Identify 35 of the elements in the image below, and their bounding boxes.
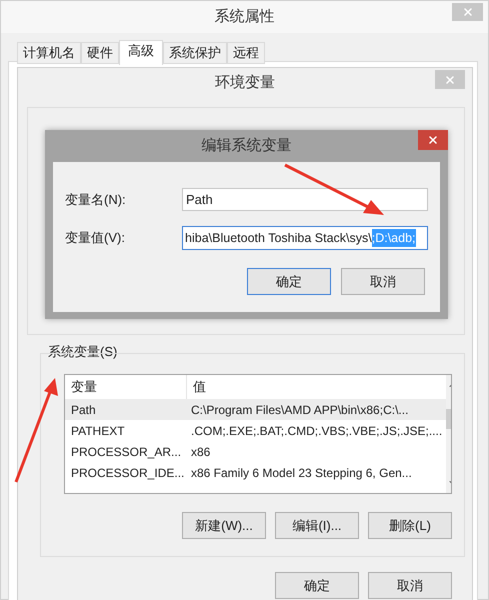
action-button[interactable]: 删除(L) [368, 512, 452, 539]
window-title: 系统属性 [214, 6, 274, 27]
close-icon [427, 134, 439, 146]
variable-value: C:\Program Files\AMD APP\bin\x86;C:\... [190, 402, 410, 418]
variable-name: PATHEXT [70, 422, 126, 440]
dialog-title: 环境变量 [215, 72, 275, 93]
variable-name: Path [70, 402, 97, 418]
field-label: 变量名(N): [65, 190, 127, 209]
dialog-button[interactable]: 确定 [275, 572, 359, 599]
variable-value: .COM;.EXE;.BAT;.CMD;.VBS;.VBE;.JS;.JSE;.... [190, 422, 444, 440]
tab[interactable]: 远程 [227, 42, 265, 64]
selected-text: ;D:\adb; [372, 228, 416, 248]
close-button[interactable] [418, 130, 448, 150]
field-label: 变量值(V): [65, 229, 126, 248]
tab[interactable]: 计算机名 [17, 42, 81, 64]
dialog-button[interactable]: 确定 [247, 268, 331, 295]
variable-name: PROCESSOR_AR... [70, 444, 182, 460]
dialog-button[interactable]: 取消 [368, 572, 452, 599]
tab[interactable]: 系统保护 [163, 42, 227, 64]
variable-value: x86 Family 6 Model 23 Stepping 6, Gen... [190, 464, 413, 482]
action-button[interactable]: 编辑(I)... [275, 512, 359, 539]
column-header: 值 [192, 378, 207, 396]
tab[interactable]: 硬件 [81, 42, 119, 64]
dialog-button[interactable]: 取消 [341, 268, 425, 295]
close-icon [462, 6, 474, 18]
dialog-title: 编辑系统变量 [202, 136, 292, 156]
field-text: hiba\Bluetooth Toshiba Stack\sys\ [185, 230, 372, 247]
close-icon [444, 74, 456, 86]
tab[interactable]: 高级 [119, 40, 163, 65]
variable-value: x86 [190, 444, 212, 460]
action-button[interactable]: 新建(W)... [182, 512, 266, 539]
variable-name: PROCESSOR_IDE... [70, 464, 186, 482]
list-row[interactable]: Path C:\Program Files\AMD APP\bin\x86;C:\... [65, 399, 446, 420]
value-field[interactable]: hiba\Bluetooth Toshiba Stack\sys\;D:\adb; [182, 226, 428, 250]
name-field[interactable]: Path [182, 188, 428, 211]
